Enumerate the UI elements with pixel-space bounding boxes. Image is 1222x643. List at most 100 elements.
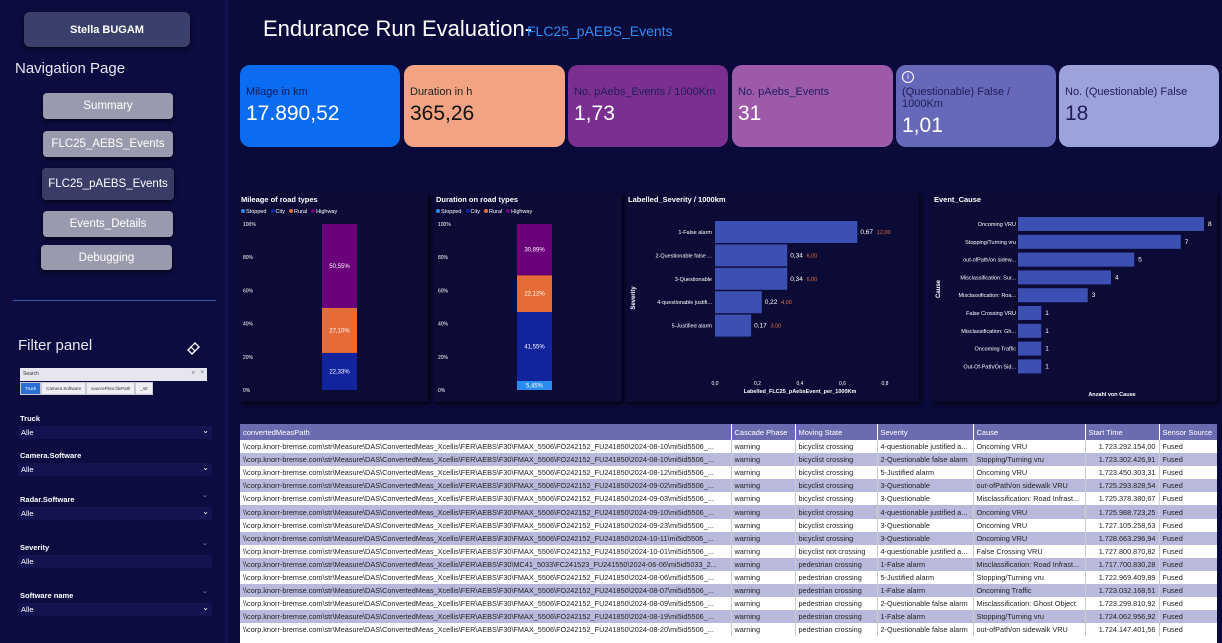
nav-flc25-paebs-button[interactable]: FLC25_pAEBS_Events xyxy=(42,168,174,200)
table-cell: 1.723.299.810,92 xyxy=(1085,597,1160,611)
table-cell: Fused xyxy=(1159,597,1217,611)
table-row[interactable]: \\corp.knorr-bremse.com\str\Measure\DAS\… xyxy=(240,453,1217,467)
table-cell: 1.724.147.401,56 xyxy=(1085,623,1160,637)
table-row[interactable]: \\corp.knorr-bremse.com\str\Measure\DAS\… xyxy=(240,623,1217,637)
table-cell: Fused xyxy=(1159,610,1217,624)
table-row[interactable]: \\corp.knorr-bremse.com\str\Measure\DAS\… xyxy=(240,570,1217,585)
table-row[interactable]: \\corp.knorr-bremse.com\str\Measure\DAS\… xyxy=(240,531,1217,545)
column-header-severity[interactable]: Severity xyxy=(877,424,974,440)
table-cell: 1.723.450.303,31 xyxy=(1085,466,1160,480)
chart-mileage-road-types[interactable]: Mileage of road types Stopped City Rural… xyxy=(239,193,428,402)
table-cell: Fused xyxy=(1159,479,1217,493)
table-body: \\corp.knorr-bremse.com\str\Measure\DAS\… xyxy=(240,440,1217,637)
chip-camera-software[interactable]: Camera.Software xyxy=(41,382,87,395)
data-label: 1 xyxy=(1045,310,1049,317)
chart-plot: Oncoming VRU 8 Stopping/Turning vru 7 out-of… xyxy=(936,217,1212,398)
column-header-path[interactable]: convertedMeasPath xyxy=(240,424,732,440)
chevron-down-icon: ⌄ xyxy=(202,507,209,516)
kpi-card-false-per-1000km[interactable]: i (Questionable) False / 1000Km 1,01 xyxy=(896,65,1056,147)
column-header-moving-state[interactable]: Moving State xyxy=(795,424,878,440)
kpi-card-paebs-count[interactable]: No. pAebs_Events 31 xyxy=(732,65,893,147)
table-cell: Oncoming VRU xyxy=(973,440,1086,454)
column-header-cascade[interactable]: Cascade Phase xyxy=(731,424,796,440)
chevron-down-icon[interactable]: ⌄ xyxy=(202,587,208,595)
table-row[interactable]: \\corp.knorr-bremse.com\str\Measure\DAS\… xyxy=(240,544,1217,558)
bar xyxy=(1018,252,1135,267)
clear-filters-icon[interactable] xyxy=(186,340,202,356)
kpi-value: 1,01 xyxy=(902,114,943,137)
filter-software-select[interactable]: Alle ⌄ xyxy=(18,603,212,616)
table-row[interactable]: \\corp.knorr-bremse.com\str\Measure\DAS\… xyxy=(240,466,1217,480)
kpi-card-milage[interactable]: Milage in km 17.890,52 xyxy=(240,65,400,147)
table-row[interactable]: \\corp.knorr-bremse.com\str\Measure\DAS\… xyxy=(240,492,1217,506)
clear-icon[interactable]: × xyxy=(200,370,204,376)
data-label: 0,34 xyxy=(790,252,803,259)
events-table[interactable]: convertedMeasPath Cascade Phase Moving S… xyxy=(240,424,1217,643)
table-row[interactable]: \\corp.knorr-bremse.com\str\Measure\DAS\… xyxy=(240,440,1217,454)
user-button[interactable]: Stella BUGAM xyxy=(24,12,190,47)
table-cell: warning xyxy=(731,557,796,571)
table-row[interactable]: \\corp.knorr-bremse.com\str\Measure\DAS\… xyxy=(240,518,1217,532)
navigation-title: Navigation Page xyxy=(15,60,126,77)
table-row[interactable]: \\corp.knorr-bremse.com\str\Measure\DAS\… xyxy=(240,597,1217,611)
bar xyxy=(1018,359,1042,374)
filter-severity-select[interactable]: Alle xyxy=(18,555,212,568)
table-cell: 1-False alarm xyxy=(877,584,974,598)
nav-summary-button[interactable]: Summary xyxy=(43,93,173,119)
chip-source-files[interactable]: sourceFiles.filePath xyxy=(86,382,136,395)
chart-duration-road-types[interactable]: Duration on road types Stopped City Rura… xyxy=(434,193,622,402)
chart-event-cause[interactable]: Event_Cause Oncoming VRU 8 Stopping/Turnin… xyxy=(932,193,1217,402)
bar xyxy=(1018,323,1042,338)
category-label: False Crossing VRU xyxy=(966,311,1016,317)
y-tick-label: 20% xyxy=(438,355,449,361)
data-label: 5 xyxy=(1138,257,1142,264)
search-placeholder: Search xyxy=(23,371,39,377)
table-row[interactable]: \\corp.knorr-bremse.com\str\Measure\DAS\… xyxy=(240,584,1217,598)
kpi-card-paebs-per-1000km[interactable]: No. pAebs_Events / 1000Km 1,73 xyxy=(568,65,728,147)
nav-flc25-aebs-button[interactable]: FLC25_AEBS_Events xyxy=(43,131,173,157)
category-label: out-ofPath/on sidew... xyxy=(963,258,1016,264)
table-row[interactable]: \\corp.knorr-bremse.com\str\Measure\DAS\… xyxy=(240,505,1217,519)
category-label: Oncoming VRU xyxy=(978,222,1016,228)
info-icon[interactable]: i xyxy=(902,71,914,83)
data-label: 22,12% xyxy=(524,292,545,298)
chip-str[interactable]: _str xyxy=(135,382,153,395)
bar xyxy=(1018,217,1204,231)
kpi-card-duration[interactable]: Duration in h 365,26 xyxy=(404,65,565,147)
table-cell: warning xyxy=(731,597,796,611)
table-cell: 1.717.700.830,28 xyxy=(1085,557,1160,571)
kpi-card-false-count[interactable]: No. (Questionable) False 18 xyxy=(1059,65,1219,147)
table-cell: 3-Questionable xyxy=(877,531,974,545)
chip-truck[interactable]: Truck xyxy=(20,382,42,395)
events-table-grid: convertedMeasPath Cascade Phase Moving S… xyxy=(240,424,1217,637)
table-cell: 3-Questionable xyxy=(877,479,974,493)
table-cell: Stopping/Turning vru xyxy=(973,453,1086,467)
bar xyxy=(1018,288,1088,303)
kpi-value: 17.890,52 xyxy=(246,102,340,125)
category-label: 4-questionable justifi... xyxy=(657,300,712,306)
filter-search-input[interactable]: Search ⌕ × xyxy=(20,368,207,381)
table-row[interactable]: \\corp.knorr-bremse.com\str\Measure\DAS\… xyxy=(240,479,1217,493)
chevron-down-icon[interactable]: ⌄ xyxy=(202,491,208,499)
x-tick-label: 0,4 xyxy=(797,381,804,387)
column-header-sensor-source[interactable]: Sensor Source xyxy=(1159,424,1217,440)
chart-labelled-severity[interactable]: Labelled_Severity / 1000km 1-False alarm… xyxy=(626,193,919,402)
table-row[interactable]: \\corp.knorr-bremse.com\str\Measure\DAS\… xyxy=(240,557,1217,571)
y-tick-label: 0% xyxy=(243,388,251,394)
bar xyxy=(1018,234,1181,249)
table-row[interactable]: \\corp.knorr-bremse.com\str\Measure\DAS\… xyxy=(240,610,1217,624)
filter-camera-select[interactable]: Alle ⌄ xyxy=(18,463,212,476)
y-tick-label: 40% xyxy=(243,322,254,328)
x-axis-title: Labelled_FLC25_pAebsEvent_per_1000Km xyxy=(744,389,857,395)
y-tick-label: 100% xyxy=(438,222,451,228)
filter-truck-select[interactable]: Alle ⌄ xyxy=(18,426,212,439)
filter-radar-select[interactable]: Alle ⌄ xyxy=(18,507,212,520)
table-cell: bicyclist crossing xyxy=(795,479,878,493)
nav-events-details-button[interactable]: Events_Details xyxy=(43,211,173,237)
column-header-start-time[interactable]: Start Time xyxy=(1085,424,1160,440)
table-cell: \\corp.knorr-bremse.com\str\Measure\DAS\… xyxy=(240,610,732,624)
chevron-down-icon[interactable]: ⌄ xyxy=(202,539,208,547)
column-header-cause[interactable]: Cause xyxy=(973,424,1086,440)
nav-debugging-button[interactable]: Debugging xyxy=(41,245,172,270)
y-tick-label: 80% xyxy=(243,255,254,261)
